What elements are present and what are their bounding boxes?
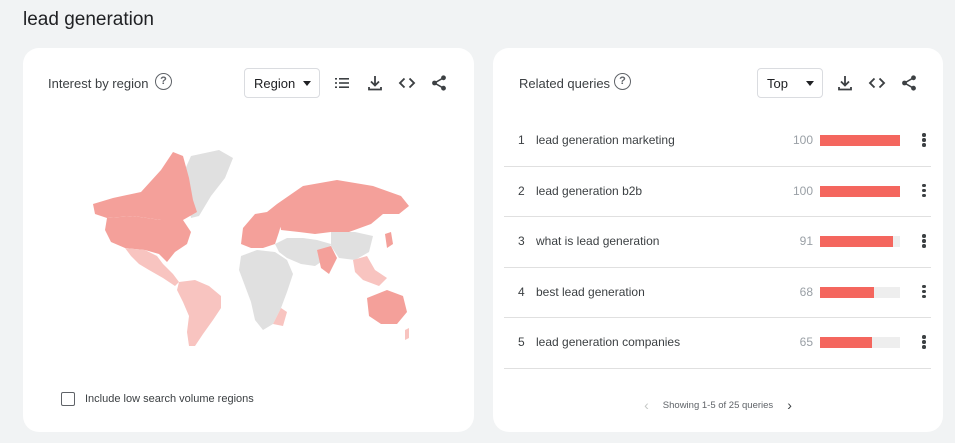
row-bar: [820, 236, 900, 247]
chevron-left-icon[interactable]: ‹: [644, 397, 649, 413]
card-title: Interest by region: [48, 76, 149, 91]
row-bar: [820, 185, 900, 197]
row-rank: 1: [518, 133, 525, 147]
top-select[interactable]: Top: [757, 68, 823, 98]
row-bar: [820, 337, 900, 348]
download-icon[interactable]: [835, 73, 855, 93]
chevron-right-icon[interactable]: ›: [787, 397, 792, 413]
row-value: 68: [799, 284, 813, 299]
more-vert-icon[interactable]: [918, 284, 930, 300]
row-rank: 2: [518, 183, 525, 198]
row-bar-fill: [820, 185, 900, 197]
more-vert-icon[interactable]: [918, 183, 930, 199]
row-value: 100: [792, 183, 813, 198]
list-item[interactable]: 3 what is lead generation 91: [504, 217, 931, 268]
row-query[interactable]: lead generation companies: [536, 335, 680, 349]
region-select-value: Region: [254, 75, 296, 91]
row-value: 91: [799, 234, 813, 248]
row-query[interactable]: lead generation b2b: [536, 184, 642, 198]
list-item[interactable]: 1 lead generation marketing 100: [504, 116, 931, 167]
embed-code-icon[interactable]: [867, 73, 887, 93]
row-rank: 3: [518, 234, 525, 248]
more-vert-icon[interactable]: [918, 334, 930, 350]
interest-by-region-card: Interest by region ? Region Include low …: [23, 48, 474, 432]
row-bar-fill: [820, 286, 875, 298]
row-bar: [820, 135, 900, 146]
low-volume-checkbox[interactable]: [61, 392, 75, 406]
row-bar-fill: [820, 236, 893, 247]
pagination: ‹ Showing 1-5 of 25 queries ›: [493, 397, 943, 413]
page-title: lead generation: [23, 9, 154, 30]
help-circle-icon[interactable]: ?: [155, 73, 172, 90]
row-query[interactable]: best lead generation: [536, 285, 645, 299]
embed-code-icon[interactable]: [397, 73, 417, 93]
more-vert-icon[interactable]: [918, 233, 930, 249]
list-item[interactable]: 5 lead generation companies 65: [504, 318, 931, 369]
row-value: 65: [799, 335, 813, 349]
row-bar-fill: [820, 135, 900, 146]
row-query[interactable]: lead generation marketing: [536, 133, 675, 147]
chevron-down-icon: [806, 81, 814, 86]
row-rank: 5: [518, 335, 525, 349]
related-queries-card: Related queries ? Top 1 lead generation …: [493, 48, 943, 432]
low-volume-checkbox-row[interactable]: Include low search volume regions: [61, 392, 254, 406]
pager-text: Showing 1-5 of 25 queries: [662, 399, 774, 411]
share-icon[interactable]: [429, 73, 449, 93]
checkbox-label: Include low search volume regions: [85, 393, 254, 405]
row-value: 100: [792, 133, 813, 147]
row-bar-fill: [820, 337, 872, 348]
share-icon[interactable]: [899, 73, 919, 93]
row-query[interactable]: what is lead generation: [536, 234, 659, 248]
list-icon[interactable]: [332, 73, 352, 93]
card-title: Related queries: [519, 76, 611, 91]
region-select[interactable]: Region: [244, 68, 320, 98]
list-item[interactable]: 2 lead generation b2b 100: [504, 167, 931, 217]
top-select-value: Top: [767, 75, 788, 91]
help-circle-icon[interactable]: ?: [614, 73, 631, 90]
chevron-down-icon: [303, 81, 311, 86]
more-vert-icon[interactable]: [918, 132, 930, 148]
download-icon[interactable]: [365, 73, 385, 93]
row-bar: [820, 286, 900, 298]
row-rank: 4: [518, 284, 525, 299]
queries-list: 1 lead generation marketing 100 2 lead g…: [504, 116, 931, 369]
list-item[interactable]: 4 best lead generation 68: [504, 268, 931, 318]
world-map[interactable]: [91, 148, 411, 348]
